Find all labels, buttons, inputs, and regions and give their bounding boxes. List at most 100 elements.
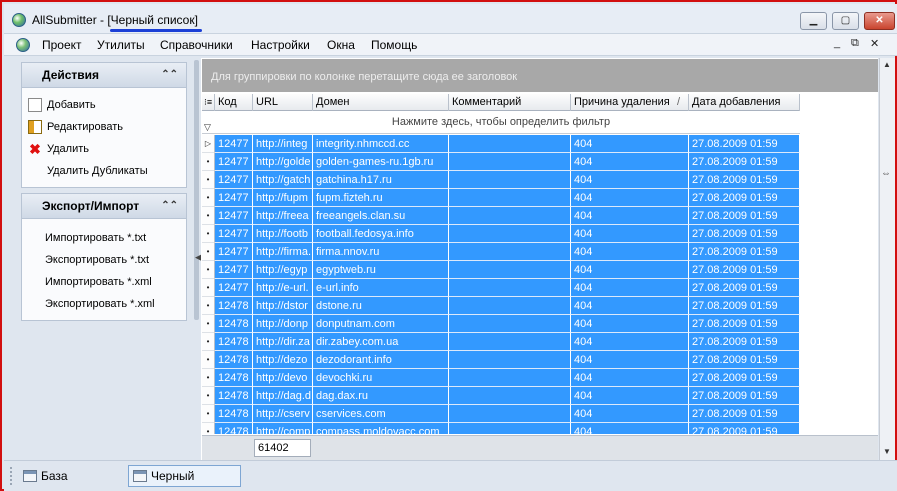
table-cell[interactable]: 27.08.2009 01:59: [689, 369, 800, 387]
table-cell[interactable]: 404: [571, 297, 689, 315]
table-cell[interactable]: [449, 387, 571, 405]
table-cell[interactable]: [449, 351, 571, 369]
table-cell[interactable]: 404: [571, 189, 689, 207]
table-cell[interactable]: [449, 243, 571, 261]
row-indicator-icon[interactable]: •: [202, 315, 215, 333]
table-cell[interactable]: firma.nnov.ru: [313, 243, 449, 261]
table-cell[interactable]: http://dstor: [253, 297, 313, 315]
table-row[interactable]: • 12477 http://footb football.fedosya.info 4…: [202, 225, 800, 243]
table-cell[interactable]: fupm.fizteh.ru: [313, 189, 449, 207]
table-cell[interactable]: 12477: [215, 171, 253, 189]
table-cell[interactable]: [449, 189, 571, 207]
table-cell[interactable]: 12477: [215, 189, 253, 207]
filter-row[interactable]: ▽ Нажмите здесь, чтобы определить фильтр: [202, 112, 800, 134]
table-cell[interactable]: 12478: [215, 333, 253, 351]
table-cell[interactable]: http://fupm: [253, 189, 313, 207]
row-indicator-icon[interactable]: •: [202, 333, 215, 351]
filter-icon[interactable]: ▽: [204, 117, 211, 137]
menu-references[interactable]: Справочники: [160, 38, 233, 52]
scroll-up-arrow-icon[interactable]: ▲: [883, 60, 891, 69]
row-indicator-icon[interactable]: •: [202, 405, 215, 423]
table-cell[interactable]: 27.08.2009 01:59: [689, 351, 800, 369]
table-row[interactable]: • 12478 http://dstor dstone.ru 404 27.08.2009…: [202, 297, 800, 315]
table-row[interactable]: • 12478 http://comp compass.moldovacc.com 40…: [202, 423, 800, 434]
row-indicator-icon[interactable]: •: [202, 153, 215, 171]
menu-utilities[interactable]: Утилиты: [97, 38, 145, 52]
mdi-restore-button[interactable]: ⧉: [851, 37, 859, 50]
table-cell[interactable]: http://integ: [253, 135, 313, 153]
table-row[interactable]: • 12478 http://dezo dezodorant.info 404 27.08…: [202, 351, 800, 369]
table-cell[interactable]: 27.08.2009 01:59: [689, 225, 800, 243]
table-row[interactable]: • 12477 http://egyp egyptweb.ru 404 27.08.200…: [202, 261, 800, 279]
row-indicator-icon[interactable]: •: [202, 369, 215, 387]
table-cell[interactable]: devochki.ru: [313, 369, 449, 387]
table-cell[interactable]: 404: [571, 207, 689, 225]
table-cell[interactable]: dstone.ru: [313, 297, 449, 315]
table-cell[interactable]: 404: [571, 369, 689, 387]
table-cell[interactable]: 27.08.2009 01:59: [689, 261, 800, 279]
table-cell[interactable]: [449, 171, 571, 189]
table-row[interactable]: • 12477 http://freea freeangels.clan.su 404 2…: [202, 207, 800, 225]
table-cell[interactable]: dezodorant.info: [313, 351, 449, 369]
table-cell[interactable]: donputnam.com: [313, 315, 449, 333]
table-cell[interactable]: http://egyp: [253, 261, 313, 279]
tab-catalog-base[interactable]: База каталогов: [18, 465, 128, 491]
import-xml-link[interactable]: Импортировать *.xml: [45, 274, 152, 290]
table-cell[interactable]: 27.08.2009 01:59: [689, 189, 800, 207]
table-cell[interactable]: http://e-url.: [253, 279, 313, 297]
table-cell[interactable]: [449, 135, 571, 153]
table-row[interactable]: • 12478 http://devo devochki.ru 404 27.08.200…: [202, 369, 800, 387]
action-add[interactable]: Добавить: [28, 97, 96, 113]
table-cell[interactable]: 404: [571, 333, 689, 351]
row-indicator-icon[interactable]: •: [202, 351, 215, 369]
menu-windows[interactable]: Окна: [327, 38, 355, 52]
menu-project[interactable]: Проект: [42, 38, 82, 52]
table-cell[interactable]: 12477: [215, 243, 253, 261]
export-import-group-header[interactable]: Экспорт/Импорт ⌃⌃: [21, 193, 187, 219]
row-indicator-icon[interactable]: •: [202, 225, 215, 243]
column-header-url[interactable]: URL: [253, 94, 313, 111]
table-cell[interactable]: 27.08.2009 01:59: [689, 423, 800, 434]
action-delete-duplicates[interactable]: Удалить Дубликаты: [47, 163, 148, 179]
table-cell[interactable]: e-url.info: [313, 279, 449, 297]
column-header-code[interactable]: Код: [215, 94, 253, 111]
table-cell[interactable]: 27.08.2009 01:59: [689, 297, 800, 315]
table-cell[interactable]: 404: [571, 261, 689, 279]
row-indicator-icon[interactable]: •: [202, 243, 215, 261]
table-cell[interactable]: http://gatch: [253, 171, 313, 189]
column-header-reason[interactable]: Причина удаления /: [571, 94, 689, 111]
table-cell[interactable]: 12477: [215, 135, 253, 153]
row-indicator-icon[interactable]: •: [202, 189, 215, 207]
current-row-indicator-icon[interactable]: ▷: [202, 135, 215, 153]
table-row[interactable]: • 12477 http://e-url. e-url.info 404 27.08.20…: [202, 279, 800, 297]
column-header-comment[interactable]: Комментарий: [449, 94, 571, 111]
table-cell[interactable]: 404: [571, 243, 689, 261]
group-by-area[interactable]: Для группировки по колонке перетащите сю…: [202, 59, 878, 92]
table-row[interactable]: • 12478 http://dag.d dag.dax.ru 404 27.08.200…: [202, 387, 800, 405]
table-cell[interactable]: 27.08.2009 01:59: [689, 171, 800, 189]
table-row[interactable]: • 12477 http://fupm fupm.fizteh.ru 404 27.08.…: [202, 189, 800, 207]
table-cell[interactable]: [449, 207, 571, 225]
table-cell[interactable]: 12478: [215, 297, 253, 315]
table-row[interactable]: • 12478 http://cserv cservices.com 404 27.08.…: [202, 405, 800, 423]
table-cell[interactable]: [449, 333, 571, 351]
table-cell[interactable]: http://comp: [253, 423, 313, 434]
scroll-down-arrow-icon[interactable]: ▼: [883, 447, 891, 456]
table-cell[interactable]: [449, 225, 571, 243]
table-cell[interactable]: dag.dax.ru: [313, 387, 449, 405]
mdi-child-icon[interactable]: [16, 38, 30, 52]
table-cell[interactable]: [449, 423, 571, 434]
table-cell[interactable]: 27.08.2009 01:59: [689, 279, 800, 297]
table-cell[interactable]: 404: [571, 405, 689, 423]
table-cell[interactable]: [449, 315, 571, 333]
table-cell[interactable]: 404: [571, 225, 689, 243]
table-cell[interactable]: 12477: [215, 153, 253, 171]
table-row[interactable]: • 12478 http://dir.za dir.zabey.com.ua 404 27…: [202, 333, 800, 351]
row-indicator-icon[interactable]: •: [202, 171, 215, 189]
table-row[interactable]: • 12477 http://golde golden-games-ru.1gb.ru…: [202, 153, 800, 171]
column-header-domain[interactable]: Домен: [313, 94, 449, 111]
table-cell[interactable]: [449, 405, 571, 423]
table-cell[interactable]: [449, 369, 571, 387]
table-row[interactable]: • 12477 http://gatch gatchina.h17.ru 404 27.0…: [202, 171, 800, 189]
table-cell[interactable]: http://devo: [253, 369, 313, 387]
